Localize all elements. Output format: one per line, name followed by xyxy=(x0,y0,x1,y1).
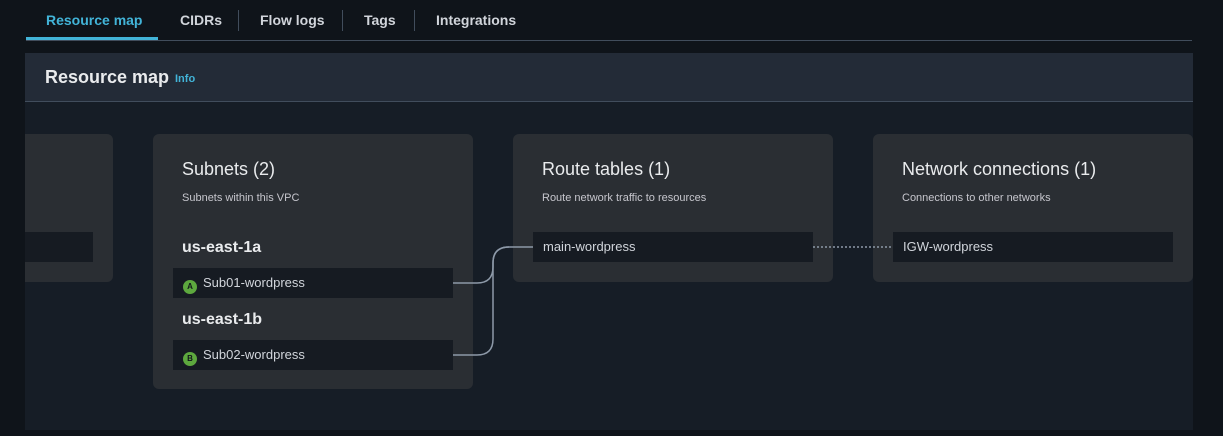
panel-title: Resource map xyxy=(45,67,170,87)
network-connections-subtitle: Connections to other networks xyxy=(902,192,1051,204)
active-tab-indicator xyxy=(26,37,158,40)
vpc-item-partial[interactable] xyxy=(25,232,93,262)
tab-separator xyxy=(414,10,415,31)
subnets-subtitle: Subnets within this VPC xyxy=(182,192,300,204)
tab-separator xyxy=(342,10,343,31)
network-connections-title: Network connections (1) xyxy=(902,159,1097,179)
vpc-card-partial xyxy=(25,134,113,282)
az-label-us-east-1b: us-east-1b xyxy=(182,311,263,328)
az-label-us-east-1a: us-east-1a xyxy=(182,239,262,256)
route-tables-subtitle: Route network traffic to resources xyxy=(542,192,707,204)
tab-separator xyxy=(238,10,239,31)
tab-resource-map[interactable]: Resource map xyxy=(46,0,142,40)
info-link[interactable]: Info xyxy=(175,73,195,85)
route-table-item-main-wordpress[interactable]: main-wordpress xyxy=(533,232,813,262)
subnet-name: Sub02-wordpress xyxy=(203,347,305,362)
subnet-name: Sub01-wordpress xyxy=(203,275,305,290)
subnets-card: Subnets (2) Subnets within this VPC us-e… xyxy=(153,134,473,389)
az-a-badge: A xyxy=(183,280,197,294)
tab-tags[interactable]: Tags xyxy=(364,0,396,40)
tab-bar: Resource map CIDRs Flow logs Tags Integr… xyxy=(26,0,1192,41)
tab-cidrs[interactable]: CIDRs xyxy=(180,0,222,40)
az-b-badge: B xyxy=(183,352,197,366)
network-connections-card: Network connections (1) Connections to o… xyxy=(873,134,1193,282)
network-connection-item-igw-wordpress[interactable]: IGW-wordpress xyxy=(893,232,1173,262)
resource-map-panel: Resource map Info Subnets (2) Subnets wi… xyxy=(25,53,1193,430)
subnet-item-sub02[interactable]: B Sub02-wordpress xyxy=(173,340,453,370)
subnet-item-sub01[interactable]: A Sub01-wordpress xyxy=(173,268,453,298)
subnets-title: Subnets (2) xyxy=(182,159,276,179)
tab-flow-logs[interactable]: Flow logs xyxy=(260,0,325,40)
route-tables-title: Route tables (1) xyxy=(542,159,671,179)
panel-header: Resource map Info xyxy=(25,53,1193,102)
route-tables-card: Route tables (1) Route network traffic t… xyxy=(513,134,833,282)
tab-integrations[interactable]: Integrations xyxy=(436,0,516,40)
